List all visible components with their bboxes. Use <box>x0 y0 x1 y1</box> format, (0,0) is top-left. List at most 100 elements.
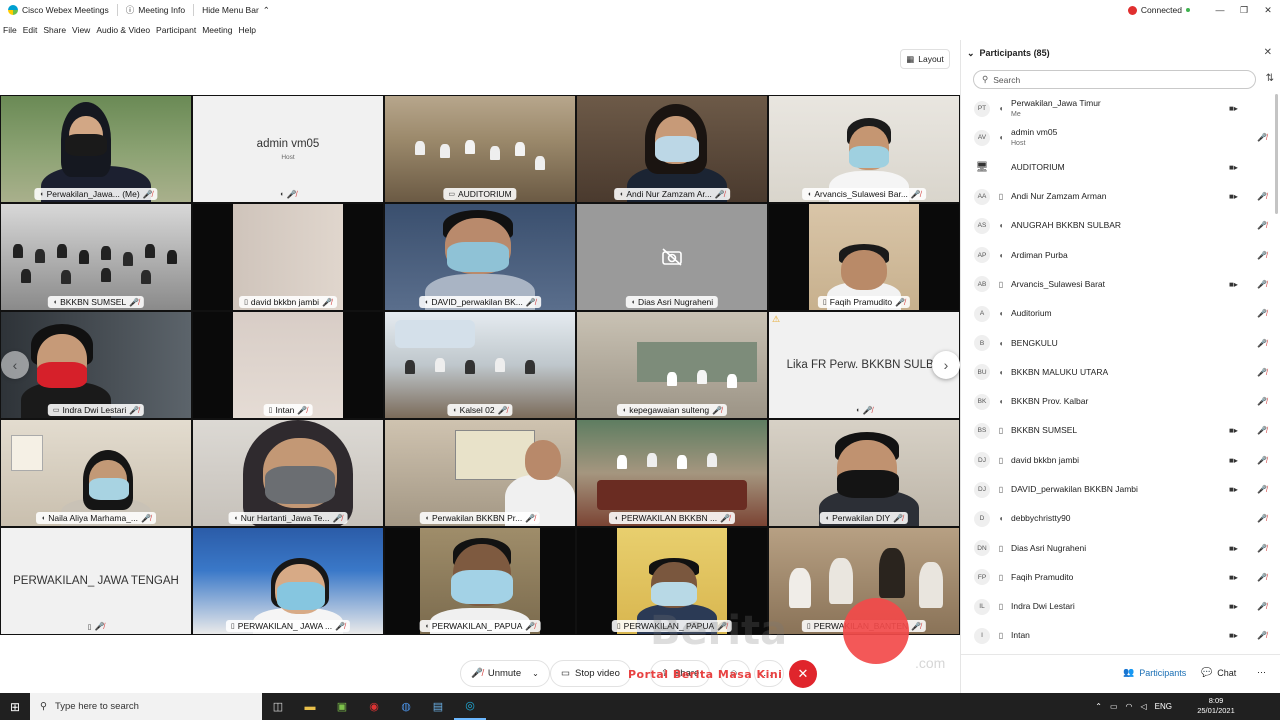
chevron-up-icon[interactable]: ⌃ <box>1095 702 1102 711</box>
participant-row[interactable]: DJ ▯ DAVID_perwakilan BKKBN Jambi ■▸ 🎤̸ <box>961 475 1271 504</box>
volume-icon[interactable]: ◁ <box>1141 702 1147 711</box>
participant-row[interactable]: D ◖ debbychristty90 🎤̸ <box>961 504 1271 533</box>
mic-muted-icon[interactable]: 🎤̸ <box>1257 426 1267 435</box>
participants-tab[interactable]: 👥 Participants <box>1123 667 1186 678</box>
mic-muted-icon[interactable]: 🎤̸ <box>1257 397 1267 406</box>
connection-status[interactable]: Connected <box>1127 5 1190 15</box>
scrollbar[interactable] <box>1275 94 1278 214</box>
app-icon[interactable]: ◉ <box>358 693 390 720</box>
minimize-icon[interactable]: — <box>1208 5 1232 15</box>
participant-row[interactable]: B ◖ BENGKULU 🎤̸ <box>961 328 1271 357</box>
video-tile[interactable]: ◖ Nur Hartanti_Jawa Te... 🎤̸ <box>192 419 384 527</box>
video-tile[interactable]: ▭ AUDITORIUM <box>384 95 576 203</box>
video-tile[interactable]: ◖ Perwakilan_Jawa... (Me) 🎤̸ <box>0 95 192 203</box>
menu-participant[interactable]: Participant <box>153 25 199 35</box>
video-tile[interactable]: ◖ PERWAKILAN_ PAPUA 🎤̸ <box>384 527 576 635</box>
participant-row[interactable]: AA ▯ Andi Nur Zamzam Arman ■▸ 🎤̸ <box>961 182 1271 211</box>
mic-muted-icon[interactable]: 🎤̸ <box>1257 309 1267 318</box>
clock[interactable]: 8:09 25/01/2021 <box>1186 696 1246 716</box>
language-label[interactable]: ENG <box>1155 702 1172 711</box>
participant-row[interactable]: BU ◖ BKKBN MALUKU UTARA 🎤̸ <box>961 358 1271 387</box>
stop-video-button[interactable]: ▭ Stop video <box>550 660 631 687</box>
mic-muted-icon[interactable]: 🎤̸ <box>1257 602 1267 611</box>
unmute-button[interactable]: 🎤̸ Unmute ⌄ <box>460 660 550 687</box>
chrome-icon[interactable]: ◍ <box>390 693 422 720</box>
video-tile[interactable]: ◖ DAVID_perwakilan BK... 🎤̸ <box>384 203 576 311</box>
video-tile[interactable]: ◖ PERWAKILAN BKKBN ... 🎤̸ <box>576 419 768 527</box>
end-meeting-button[interactable]: ✕ <box>789 660 817 688</box>
participant-row[interactable]: AB ▯ Arvancis_Sulawesi Barat ■▸ 🎤̸ <box>961 270 1271 299</box>
participant-row[interactable]: PT ◖ Perwakilan_Jawa Timur Me ■▸ <box>961 94 1271 123</box>
participants-header[interactable]: ⌄ Participants (85) <box>961 40 1280 66</box>
next-page-button[interactable]: › <box>932 351 960 379</box>
video-tile[interactable]: ▯ david bkkbn jambi 🎤̸ <box>192 203 384 311</box>
wifi-icon[interactable]: ◠ <box>1126 702 1133 711</box>
mic-muted-icon[interactable]: 🎤̸ <box>1257 192 1267 201</box>
mic-muted-icon[interactable]: 🎤̸ <box>1257 573 1267 582</box>
webex-taskbar-icon[interactable]: ◎ <box>454 693 486 720</box>
participant-row[interactable]: I ▯ Intan ■▸ 🎤̸ <box>961 621 1271 650</box>
video-tile[interactable]: ▯ PERWAKILAN_ JAWA ... 🎤̸ <box>192 527 384 635</box>
mic-muted-icon[interactable]: 🎤̸ <box>1257 485 1267 494</box>
mic-muted-icon[interactable]: 🎤̸ <box>1257 368 1267 377</box>
video-tile[interactable]: ▯ Faqih Pramudito 🎤̸ <box>768 203 960 311</box>
menu-meeting[interactable]: Meeting <box>199 25 235 35</box>
chevron-down-icon[interactable]: ⌄ <box>967 48 975 59</box>
taskbar-search-input[interactable]: ⚲ Type here to search <box>30 693 262 720</box>
file-explorer-icon[interactable]: ▬ <box>294 693 326 720</box>
video-tile[interactable]: ▯ Intan 🎤̸ <box>192 311 384 419</box>
menu-help[interactable]: Help <box>235 25 258 35</box>
task-view-icon[interactable]: ◫ <box>262 693 294 720</box>
mic-muted-icon[interactable]: 🎤̸ <box>1257 456 1267 465</box>
previous-page-button[interactable]: ‹ <box>1 351 29 379</box>
meeting-info-button[interactable]: ⓘ Meeting Info <box>118 0 193 20</box>
sort-icon[interactable]: ⇅ <box>1266 73 1274 84</box>
participant-row[interactable]: FP ▯ Faqih Pramudito ■▸ 🎤̸ <box>961 563 1271 592</box>
windows-start-button[interactable]: ⊞ <box>0 693 30 720</box>
participant-row[interactable]: AV ◖ admin vm05 Host 🎤̸ <box>961 123 1271 152</box>
video-tile[interactable]: ◖ Kalsel 02 🎤̸ <box>384 311 576 419</box>
app-icon[interactable]: ▣ <box>326 693 358 720</box>
panel-more-button[interactable]: ⋯ <box>1257 667 1266 678</box>
menu-file[interactable]: File <box>0 25 20 35</box>
menu-audio-video[interactable]: Audio & Video <box>93 25 153 35</box>
video-tile[interactable]: ◖ kepegawaian sulteng 🎤̸ <box>576 311 768 419</box>
participant-row[interactable]: DN ▯ Dias Asri Nugraheni ■▸ 🎤̸ <box>961 533 1271 562</box>
participant-row[interactable]: 🖥 AUDITORIUM ■▸ <box>961 153 1271 182</box>
hide-menu-bar-button[interactable]: Hide Menu Bar ⌃ <box>194 0 278 20</box>
layout-button[interactable]: ▦ Layout <box>900 49 950 69</box>
participant-row[interactable]: IL ▯ Indra Dwi Lestari ■▸ 🎤̸ <box>961 592 1271 621</box>
participant-row[interactable]: BS ▯ BKKBN SUMSEL ■▸ 🎤̸ <box>961 416 1271 445</box>
close-panel-icon[interactable]: ✕ <box>1264 47 1272 58</box>
participant-search-input[interactable]: ⚲ Search <box>973 70 1256 89</box>
mic-muted-icon[interactable]: 🎤̸ <box>1257 133 1267 142</box>
participant-row[interactable]: DJ ▯ david bkkbn jambi ■▸ 🎤̸ <box>961 446 1271 475</box>
video-tile[interactable]: ◖ Andi Nur Zamzam Ar... 🎤̸ <box>576 95 768 203</box>
chevron-down-icon[interactable]: ⌄ <box>532 669 539 678</box>
mic-muted-icon[interactable]: 🎤̸ <box>1257 251 1267 260</box>
participant-row[interactable]: AP ◖ Ardiman Purba 🎤̸ <box>961 240 1271 269</box>
video-tile[interactable]: ◖ Naila Aliya Marhama_... 🎤̸ <box>0 419 192 527</box>
menu-edit[interactable]: Edit <box>20 25 41 35</box>
mic-muted-icon[interactable]: 🎤̸ <box>1257 221 1267 230</box>
close-window-icon[interactable]: ✕ <box>1256 5 1280 16</box>
video-tile[interactable]: ◖ Perwakilan DIY 🎤̸ <box>768 419 960 527</box>
video-tile[interactable]: ◖ BKKBN SUMSEL 🎤̸ <box>0 203 192 311</box>
chat-tab[interactable]: 💬 Chat <box>1201 667 1236 678</box>
video-tile[interactable]: ◖ Perwakilan BKKBN Pr... 🎤̸ <box>384 419 576 527</box>
restore-icon[interactable]: ❐ <box>1232 5 1256 16</box>
menu-share[interactable]: Share <box>40 25 69 35</box>
video-tile[interactable]: ◖ Arvancis_Sulawesi Bar... 🎤̸ <box>768 95 960 203</box>
video-tile[interactable]: ◖ Dias Asri Nugraheni <box>576 203 768 311</box>
video-tile[interactable]: PERWAKILAN_ JAWA TENGAH ▯ 🎤̸ <box>0 527 192 635</box>
mic-muted-icon[interactable]: 🎤̸ <box>1257 280 1267 289</box>
app-icon[interactable]: ▤ <box>422 693 454 720</box>
participant-row[interactable]: A ◖ Auditorium 🎤̸ <box>961 299 1271 328</box>
mic-muted-icon[interactable]: 🎤̸ <box>1257 339 1267 348</box>
participant-row[interactable]: BK ◖ BKKBN Prov. Kalbar 🎤̸ <box>961 387 1271 416</box>
mic-muted-icon[interactable]: 🎤̸ <box>1257 631 1267 640</box>
menu-view[interactable]: View <box>69 25 93 35</box>
mic-muted-icon[interactable]: 🎤̸ <box>1257 514 1267 523</box>
video-tile[interactable]: admin vm05 Host ◖ 🎤̸ <box>192 95 384 203</box>
participant-row[interactable]: AS ◖ ANUGRAH BKKBN SULBAR 🎤̸ <box>961 211 1271 240</box>
